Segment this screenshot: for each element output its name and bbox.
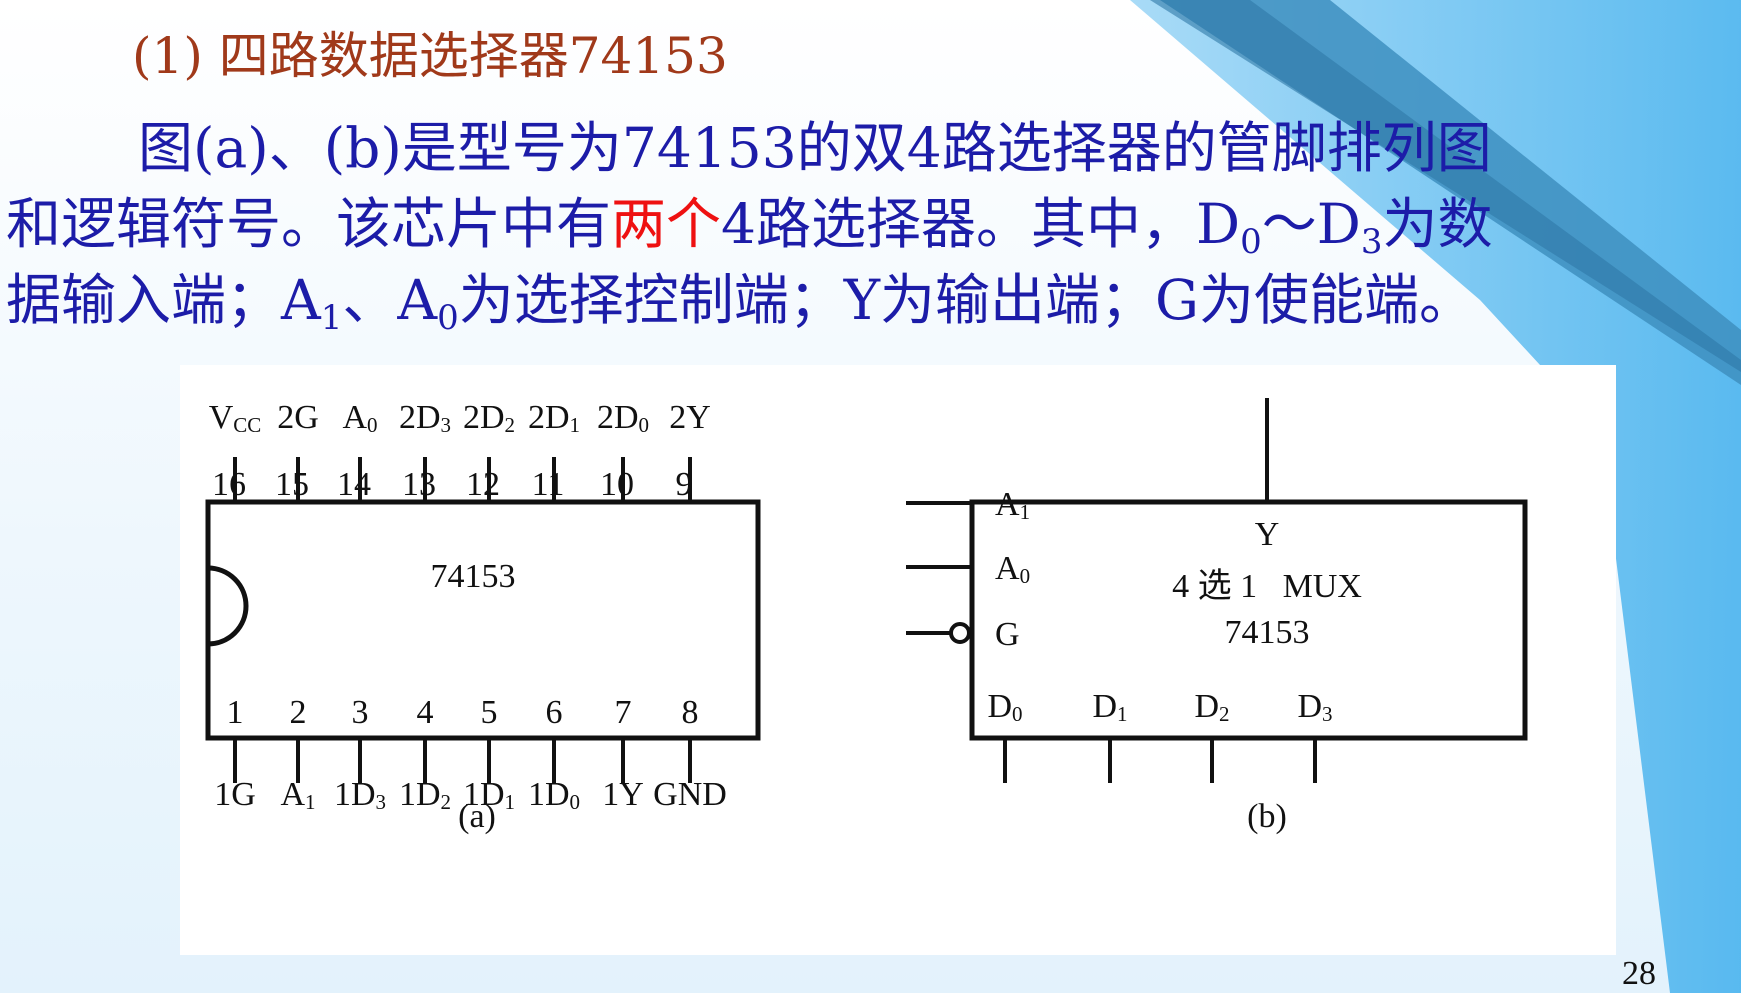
pin-number: 13 bbox=[402, 466, 436, 503]
chip-label: 74153 bbox=[431, 558, 516, 595]
subscript: 0 bbox=[437, 298, 459, 338]
pin-name: 2D3 bbox=[399, 399, 451, 437]
top-pin-row: 16 VCC 15 2G 14 A0 13 2D3 12 2D2 11 2D1 10 2D0 9 2Y bbox=[209, 399, 711, 503]
caption-b: (b) bbox=[1247, 798, 1287, 835]
caption-a: (a) bbox=[458, 798, 496, 835]
pin-name: 1D0 bbox=[528, 776, 580, 814]
figure-diagrams: 74153 16VCC152G14A0132D3122D2112D1102D09… bbox=[205, 398, 1528, 835]
pin-name: 2D2 bbox=[463, 399, 515, 437]
mux-function-label: 4 选 1 MUX bbox=[1172, 568, 1362, 605]
select-enable-inputs: A1A0G bbox=[906, 486, 1030, 653]
pin-number: 15 bbox=[275, 466, 309, 503]
input-label: G bbox=[995, 616, 1020, 653]
text-span: 为数 bbox=[1382, 192, 1493, 256]
pin-name: 2D1 bbox=[528, 399, 580, 437]
pin-number: 16 bbox=[212, 466, 246, 503]
pin-number: 8 bbox=[682, 694, 699, 731]
pin-number: 7 bbox=[615, 694, 632, 731]
pin-name: 1D3 bbox=[334, 776, 386, 814]
subscript: 1 bbox=[320, 298, 343, 338]
pin-name: A1 bbox=[280, 776, 315, 814]
text-span: 和逻辑符号。该芯片中有 bbox=[6, 192, 612, 256]
text-span: ～D bbox=[1261, 192, 1361, 256]
pinout-diagram: 74153 16VCC152G14A0132D3122D2112D1102D09… bbox=[205, 399, 761, 835]
pin-name: GND bbox=[653, 776, 727, 813]
subscript: 0 bbox=[1240, 222, 1262, 262]
pin-name: 2G bbox=[277, 399, 319, 436]
input-label: A1 bbox=[995, 486, 1030, 524]
body-paragraph: 图(a)、(b)是型号为74153的双4路选择器的管脚排列图 和逻辑符号。该芯片… bbox=[6, 110, 1736, 338]
pin-number: 10 bbox=[600, 466, 634, 503]
subscript: 3 bbox=[1360, 222, 1383, 262]
pin-number: 12 bbox=[466, 466, 500, 503]
pin-number: 14 bbox=[337, 466, 371, 503]
figure-panel: 74153 16 VCC 15 2G 14 A0 13 2D3 12 2D2 11 2D1 10 2D0 9… bbox=[180, 365, 1616, 955]
page-number: 28 bbox=[1622, 955, 1656, 992]
text-span: 据输入端；A bbox=[6, 268, 321, 332]
pin-name: 1G bbox=[214, 776, 256, 813]
paragraph-line-3: 据输入端；A1、A0为选择控制端；Y为输出端；G为使能端。 bbox=[6, 262, 1736, 338]
pin-name: 2D0 bbox=[597, 399, 649, 437]
pin-number: 9 bbox=[676, 466, 693, 503]
pin-number: 11 bbox=[532, 466, 565, 503]
paragraph-line-1: 图(a)、(b)是型号为74153的双4路选择器的管脚排列图 bbox=[138, 116, 1492, 180]
logic-symbol: Y 4 选 1 MUX 74153 A1A0G D0 D1 D2 D3 (b) bbox=[906, 398, 1528, 835]
pin-number: 3 bbox=[352, 694, 369, 731]
pin-name: 1D2 bbox=[399, 776, 451, 814]
inversion-bubble bbox=[949, 622, 971, 644]
pin-number: 5 bbox=[481, 694, 498, 731]
pin-name: A0 bbox=[342, 399, 377, 437]
pin-name: 1Y bbox=[602, 776, 644, 813]
pin-name: 2Y bbox=[669, 399, 711, 436]
slide-heading: (1) 四路数据选择器74153 bbox=[132, 27, 728, 85]
pin-number: 1 bbox=[227, 694, 244, 731]
highlight-text: 两个 bbox=[611, 192, 722, 256]
output-label: Y bbox=[1255, 516, 1280, 553]
text-span: 4路选择器。其中，D bbox=[721, 192, 1241, 256]
pin-number: 4 bbox=[417, 694, 434, 731]
paragraph-line-2: 和逻辑符号。该芯片中有两个4路选择器。其中，D0～D3为数 bbox=[6, 186, 1736, 262]
mux-part-label: 74153 bbox=[1225, 614, 1310, 651]
text-span: 为选择控制端；Y为输出端；G为使能端。 bbox=[458, 268, 1474, 332]
pin-name: VCC bbox=[209, 399, 262, 437]
text-span: 、A bbox=[342, 268, 438, 332]
pin-number: 6 bbox=[546, 694, 563, 731]
pin-number: 2 bbox=[290, 694, 307, 731]
